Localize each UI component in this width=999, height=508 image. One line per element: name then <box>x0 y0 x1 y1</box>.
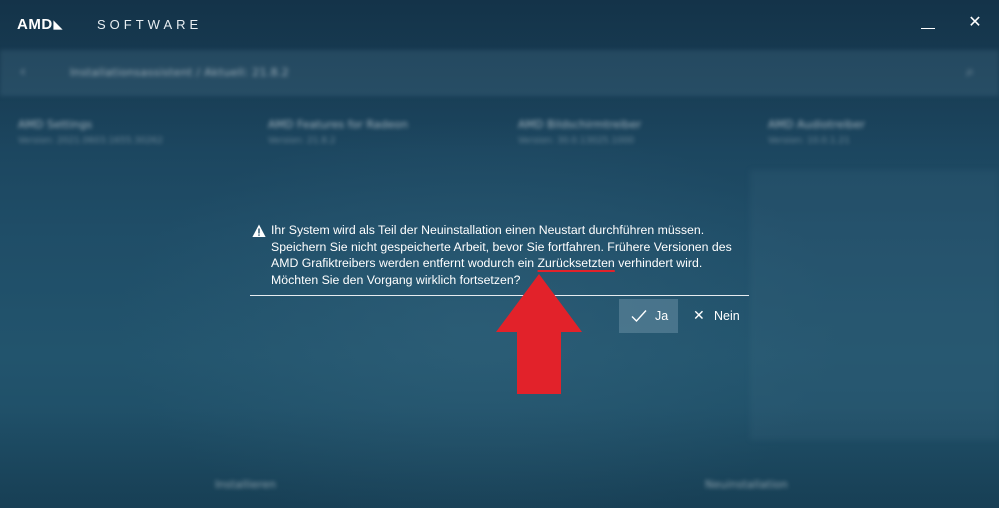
red-arrow-annotation <box>496 274 582 394</box>
close-window-button[interactable]: ✕ <box>963 10 987 34</box>
breadcrumb: Installationsassistent / Aktuell: 21.8.2 <box>70 66 289 79</box>
yes-button[interactable]: Ja <box>619 299 678 333</box>
reinstall-link: Neuinstallation <box>705 478 788 491</box>
checkmark-icon <box>631 310 647 323</box>
no-button[interactable]: ✕ Nein <box>687 299 749 333</box>
card-title: AMD Features for Radeon <box>268 118 408 131</box>
component-card: AMD Features for Radeon Version: 21.8.2 <box>250 100 490 162</box>
yes-label: Ja <box>655 309 669 323</box>
install-link: Installieren <box>215 478 276 491</box>
side-panel <box>750 170 999 440</box>
component-cards: AMD Settings Version: 2021.0603.1655.302… <box>0 100 999 170</box>
footer: Installieren Neuinstallation <box>0 462 999 508</box>
close-icon: ✕ <box>693 307 705 323</box>
card-subtitle: Version: 2021.0603.1655.30262 <box>18 136 163 146</box>
card-title: AMD Settings <box>18 118 93 131</box>
component-card: AMD Audiotreiber Version: 10.0.1.21 <box>750 100 990 162</box>
search-icon[interactable]: ⌕ <box>966 64 974 80</box>
card-title: AMD Bildschirmtreiber <box>518 118 642 131</box>
no-label: Nein <box>714 309 740 323</box>
card-subtitle: Version: 21.8.2 <box>268 136 336 146</box>
warning-icon <box>252 224 266 237</box>
card-subtitle: Version: 10.0.1.21 <box>768 136 850 146</box>
title-bar: AMD◣ SOFTWARE ✕ <box>0 0 999 48</box>
minimize-button[interactable] <box>916 10 940 34</box>
card-subtitle: Version: 30.0.13025.1000 <box>518 136 635 146</box>
nav-bar: ‹ Installationsassistent / Aktuell: 21.8… <box>0 50 999 96</box>
component-card: AMD Settings Version: 2021.0603.1655.302… <box>0 100 240 162</box>
amd-logo: AMD◣ <box>17 16 63 33</box>
card-title: AMD Audiotreiber <box>768 118 865 131</box>
highlighted-word: Zurücksetzten <box>537 256 615 270</box>
app-title: SOFTWARE <box>97 17 203 32</box>
minimize-icon <box>921 28 935 29</box>
component-card: AMD Bildschirmtreiber Version: 30.0.1302… <box>500 100 740 162</box>
back-icon[interactable]: ‹ <box>20 64 26 80</box>
